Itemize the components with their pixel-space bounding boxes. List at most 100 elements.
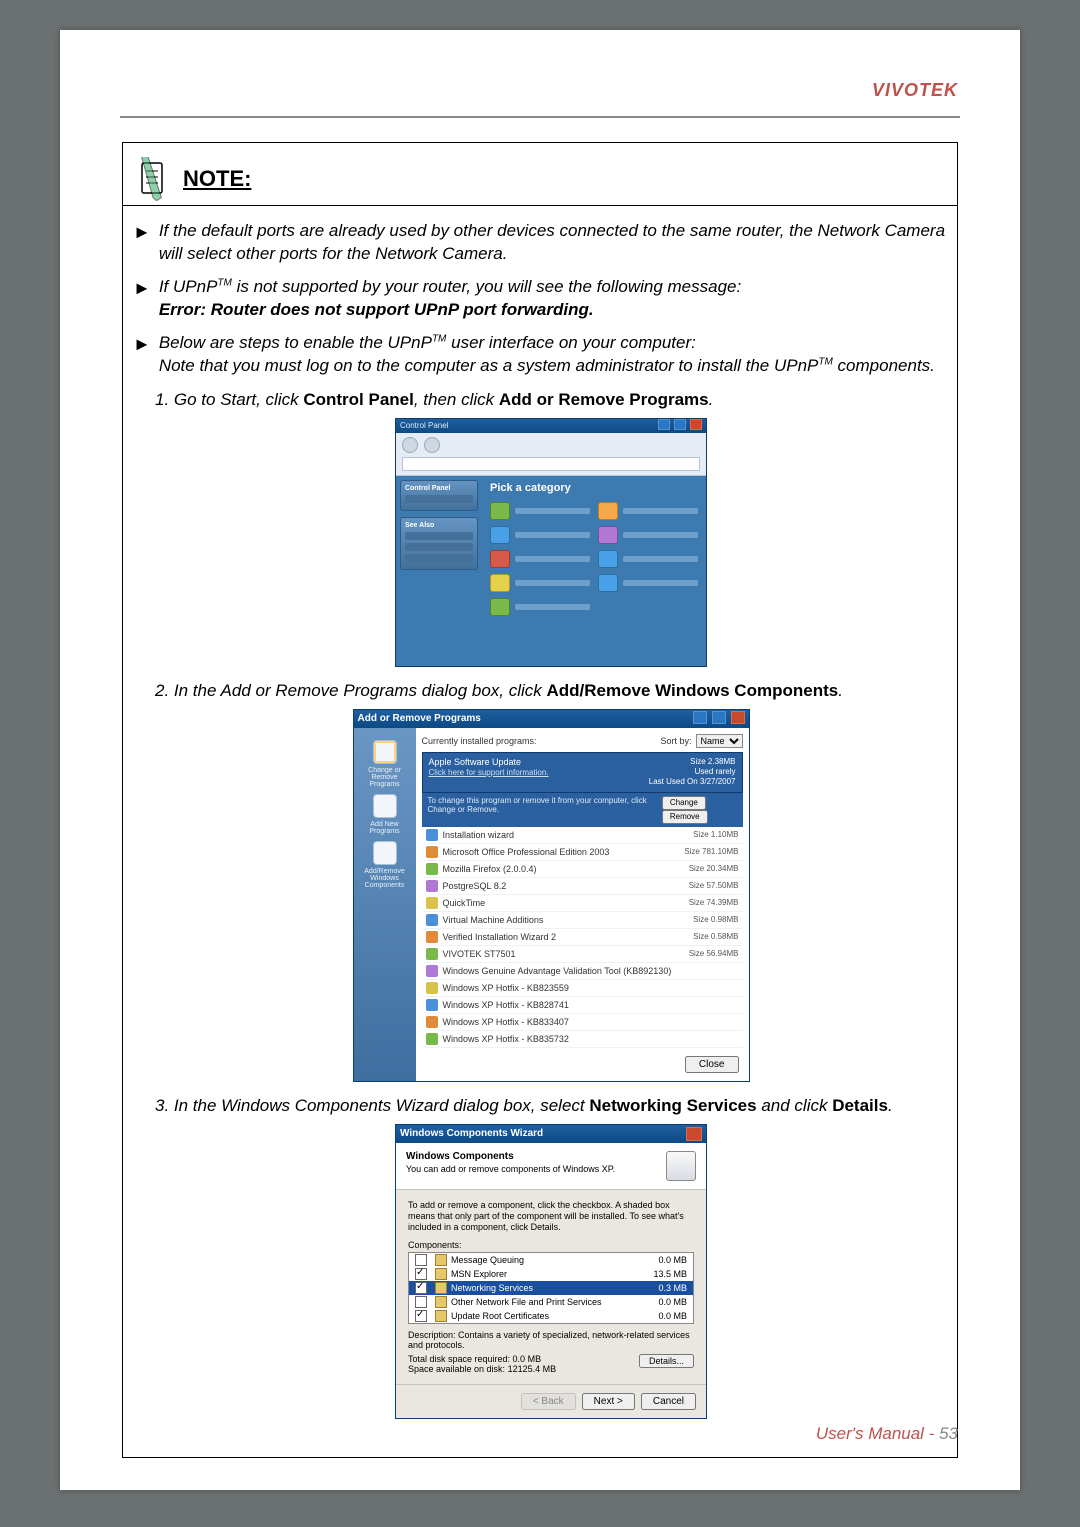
- components-list: Message Queuing0.0 MBMSN Explorer13.5 MB…: [408, 1252, 694, 1324]
- folder-icon: [435, 1254, 447, 1266]
- program-row[interactable]: Windows Genuine Advantage Validation Too…: [422, 963, 743, 980]
- checkbox-icon[interactable]: [415, 1268, 427, 1280]
- window-titlebar: Control Panel: [396, 419, 706, 433]
- component-name: Other Network File and Print Services: [451, 1297, 602, 1307]
- program-name: Mozilla Firefox (2.0.0.4): [443, 864, 537, 874]
- checkbox-icon[interactable]: [415, 1282, 427, 1294]
- sort-select[interactable]: Name: [696, 734, 743, 748]
- printers-icon: [598, 502, 618, 520]
- component-row[interactable]: Other Network File and Print Services0.0…: [409, 1295, 693, 1309]
- program-row[interactable]: Windows XP Hotfix - KB828741: [422, 997, 743, 1014]
- add-remove-programs-icon: [490, 550, 510, 568]
- brand-label: VIVOTEK: [872, 80, 958, 101]
- program-icon: [426, 829, 438, 841]
- program-icon: [426, 897, 438, 909]
- note-box: NOTE: ► If the default ports are already…: [122, 142, 958, 1458]
- support-link[interactable]: Click here for support information.: [429, 768, 549, 777]
- details-button[interactable]: Details...: [639, 1354, 694, 1368]
- close-icon: [690, 419, 702, 430]
- program-size: Size 0.58MB: [693, 932, 738, 941]
- sort-by: Sort by: Name: [660, 734, 742, 748]
- program-icon: [426, 846, 438, 858]
- steps: 1. Go to Start, click Control Panel, the…: [123, 384, 957, 1419]
- forward-icon: [424, 437, 440, 453]
- category-item: [490, 574, 590, 592]
- program-icon: [426, 965, 438, 977]
- checkbox-icon[interactable]: [415, 1296, 427, 1308]
- page-number: 53: [939, 1424, 958, 1443]
- program-size: Size 74.39MB: [689, 898, 739, 907]
- close-icon: [686, 1127, 702, 1141]
- programs-list: Installation wizard Size 1.10MB Microsoft …: [422, 827, 743, 1048]
- category-item: [490, 598, 590, 616]
- remove-button[interactable]: Remove: [662, 810, 708, 824]
- program-size: Size 1.10MB: [693, 830, 738, 839]
- category-item: [598, 550, 698, 568]
- sidebar-add-new: Add New Programs: [357, 794, 413, 835]
- next-button[interactable]: Next >: [582, 1393, 635, 1410]
- change-remove-icon: [373, 740, 397, 764]
- program-row[interactable]: QuickTime Size 74.39MB: [422, 895, 743, 912]
- note-title: NOTE:: [183, 166, 251, 192]
- component-name: MSN Explorer: [451, 1269, 507, 1279]
- minimize-icon: [658, 419, 670, 430]
- program-name: Virtual Machine Additions: [443, 915, 544, 925]
- page-footer: User's Manual - 53: [816, 1424, 958, 1444]
- component-row[interactable]: Update Root Certificates0.0 MB: [409, 1309, 693, 1323]
- wizard-intro: To add or remove a component, click the …: [408, 1200, 694, 1234]
- program-icon: [426, 931, 438, 943]
- folder-icon: [435, 1296, 447, 1308]
- checkbox-icon[interactable]: [415, 1310, 427, 1322]
- component-name: Networking Services: [451, 1283, 533, 1293]
- program-row[interactable]: Windows XP Hotfix - KB833407: [422, 1014, 743, 1031]
- program-name: Installation wizard: [443, 830, 515, 840]
- window-controls: [656, 419, 702, 432]
- program-row[interactable]: Windows XP Hotfix - KB835732: [422, 1031, 743, 1048]
- program-row[interactable]: Microsoft Office Professional Edition 20…: [422, 844, 743, 861]
- checkbox-icon[interactable]: [415, 1254, 427, 1266]
- pencil-icon: [135, 157, 169, 201]
- folder-icon: [435, 1310, 447, 1322]
- note-bullet-1-text: If the default ports are already used by…: [159, 220, 949, 266]
- highlighted-program: Apple Software Update Click here for sup…: [422, 752, 743, 793]
- program-row[interactable]: VIVOTEK ST7501Size 56.94MB: [422, 946, 743, 963]
- program-row[interactable]: Windows XP Hotfix - KB823559: [422, 980, 743, 997]
- note-bullet-1: ► If the default ports are already used …: [123, 216, 957, 272]
- change-button[interactable]: Change: [662, 796, 706, 810]
- program-icon: [426, 863, 438, 875]
- sidebar: Control Panel See Also: [396, 476, 482, 666]
- step-3: 3. In the Windows Components Wizard dial…: [155, 1096, 947, 1116]
- program-row[interactable]: PostgreSQL 8.2Size 57.50MB: [422, 878, 743, 895]
- program-icon: [426, 914, 438, 926]
- component-row[interactable]: Networking Services0.3 MB: [409, 1281, 693, 1295]
- close-icon: [731, 711, 745, 724]
- program-name: Verified Installation Wizard 2: [443, 932, 557, 942]
- program-size: Size 781.10MB: [684, 847, 738, 856]
- category-item: [598, 502, 698, 520]
- header-rule: [120, 116, 960, 118]
- program-row[interactable]: Mozilla Firefox (2.0.0.4)Size 20.34MB: [422, 861, 743, 878]
- wizard-icon: [666, 1151, 696, 1181]
- component-size: 0.0 MB: [658, 1255, 687, 1265]
- appearance-icon: [490, 502, 510, 520]
- component-row[interactable]: MSN Explorer13.5 MB: [409, 1267, 693, 1281]
- error-line: Error: Router does not support UPnP port…: [159, 300, 594, 319]
- wizard-heading: Windows Components: [406, 1151, 615, 1162]
- program-row[interactable]: Verified Installation Wizard 2 Size 0.58M…: [422, 929, 743, 946]
- program-name: QuickTime: [443, 898, 486, 908]
- component-description: Description: Contains a variety of speci…: [408, 1330, 694, 1350]
- note-bullet-3: ► Below are steps to enable the UPnPTM u…: [123, 328, 957, 384]
- component-size: 0.0 MB: [658, 1311, 687, 1321]
- program-row[interactable]: Installation wizard Size 1.10MB: [422, 827, 743, 844]
- step-2: 2. In the Add or Remove Programs dialog …: [155, 681, 947, 701]
- window-titlebar: Add or Remove Programs: [354, 710, 749, 728]
- program-row[interactable]: Virtual Machine AdditionsSize 0.98MB: [422, 912, 743, 929]
- component-row[interactable]: Message Queuing0.0 MB: [409, 1253, 693, 1267]
- back-button[interactable]: < Back: [521, 1393, 576, 1410]
- close-button[interactable]: Close: [685, 1056, 739, 1073]
- program-name: VIVOTEK ST7501: [443, 949, 516, 959]
- program-name: Windows XP Hotfix - KB833407: [443, 1017, 569, 1027]
- programs-list-pane: Currently installed programs: Sort by: N…: [416, 728, 749, 1081]
- program-name: Windows XP Hotfix - KB835732: [443, 1034, 569, 1044]
- cancel-button[interactable]: Cancel: [641, 1393, 696, 1410]
